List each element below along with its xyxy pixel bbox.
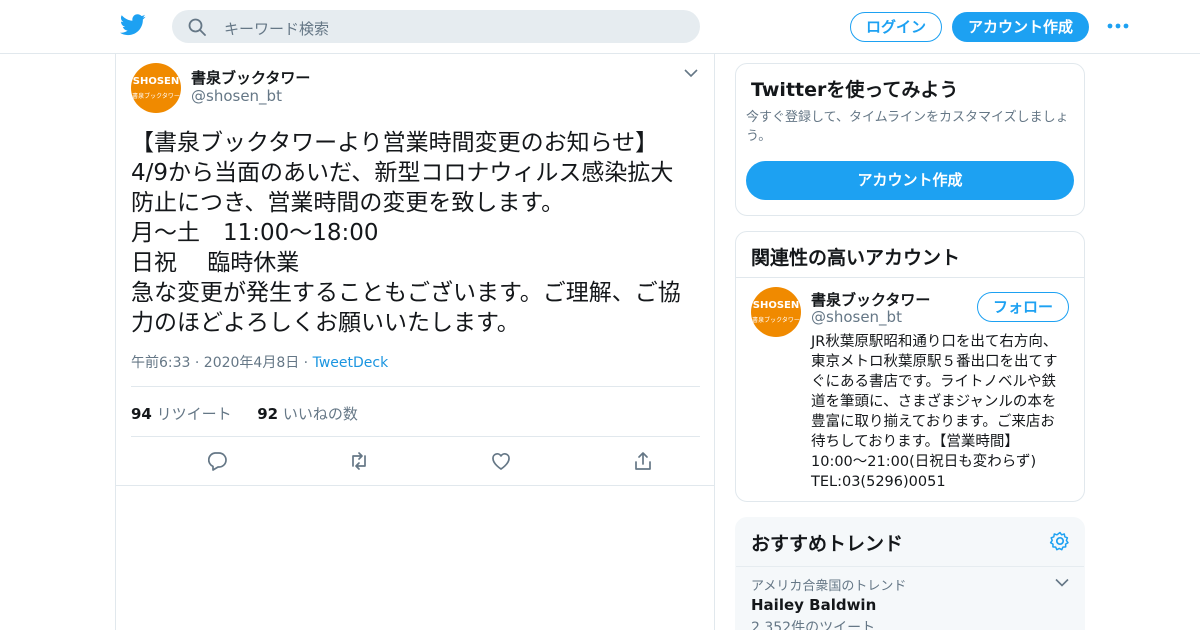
- more-dots-icon[interactable]: [1106, 17, 1130, 35]
- login-button[interactable]: ログイン: [850, 12, 942, 42]
- bio-line: 10:00～21:00(日祝日も変わらず): [811, 454, 1037, 470]
- divider: [131, 436, 700, 437]
- related-account-name[interactable]: 書泉ブックタワー: [811, 289, 930, 310]
- divider: [736, 566, 1084, 567]
- avatar-logo-subtext: 書泉ブックタワー: [132, 93, 180, 100]
- bio-line: 待ちしております。【営業時間】: [811, 434, 1019, 450]
- tweet-text-line: 【書泉ブックタワーより営業時間変更のお知らせ】: [131, 130, 659, 156]
- share-icon[interactable]: [632, 450, 654, 472]
- search-input[interactable]: キーワード検索: [172, 10, 700, 43]
- related-accounts-card: 関連性の高いアカウント SHOSEN 書泉ブックタワー 書泉ブックタワー @sh…: [735, 231, 1085, 502]
- divider: [116, 485, 714, 486]
- retweet-icon[interactable]: [348, 450, 370, 472]
- signup-card-button[interactable]: アカウント作成: [746, 161, 1074, 200]
- bio-line: 道を筆頭に、さまざまジャンルの本を: [811, 394, 1057, 410]
- bio-line: 東京メトロ秋葉原駅５番出口を出てす: [811, 354, 1058, 370]
- author-name[interactable]: 書泉ブックタワー: [191, 67, 310, 88]
- related-account-handle[interactable]: @shosen_bt: [811, 308, 902, 326]
- avatar-logo-subtext: 書泉ブックタワー: [752, 317, 800, 324]
- tweet-timestamp: 午前6:33 · 2020年4月8日 · TweetDeck: [131, 352, 388, 372]
- top-navigation-bar: キーワード検索 ログイン アカウント作成: [0, 0, 1200, 54]
- retweet-count[interactable]: 94: [131, 405, 152, 423]
- card-title: Twitterを使ってみよう: [751, 79, 959, 101]
- tweet-text-line: 月〜土 11:00〜18:00: [131, 220, 379, 246]
- trend-context: アメリカ合衆国のトレンド: [751, 579, 907, 594]
- follow-button[interactable]: フォロー: [977, 292, 1069, 322]
- card-description: 今すぐ登録して、タイムラインをカスタマイズしましょう。: [746, 110, 1069, 144]
- divider: [736, 277, 1084, 278]
- like-label[interactable]: いいねの数: [283, 405, 358, 423]
- avatar-logo-text: SHOSEN: [752, 300, 800, 311]
- search-icon: [188, 18, 206, 36]
- reply-icon[interactable]: [206, 450, 228, 472]
- twitter-bird-icon[interactable]: [120, 14, 146, 36]
- tweet-text-line: 日祝 臨時休業: [131, 250, 300, 276]
- bio-line: ぐにある書店です。ライトノベルや鉄: [811, 374, 1057, 390]
- trend-tweet-count: 2,352件のツイート: [751, 620, 876, 630]
- bio-line: 豊富に取り揃えております。ご来店お: [811, 414, 1055, 430]
- related-account-bio: JR秋葉原駅昭和通り口を出て右方向、 東京メトロ秋葉原駅５番出口を出てす ぐにあ…: [811, 332, 1073, 492]
- chevron-down-icon[interactable]: [684, 68, 698, 78]
- like-icon[interactable]: [490, 450, 512, 472]
- signup-button[interactable]: アカウント作成: [952, 12, 1089, 42]
- signup-prompt-card: Twitterを使ってみよう 今すぐ登録して、タイムラインをカスタマイズしましょ…: [735, 63, 1085, 216]
- tweet-text-line: 4/9から当面のあいだ、新型コロナウィルス感染拡大: [131, 160, 674, 186]
- search-placeholder: キーワード検索: [224, 20, 330, 38]
- trend-name[interactable]: Hailey Baldwin: [751, 596, 876, 614]
- retweet-label[interactable]: リツイート: [157, 405, 232, 423]
- card-title: おすすめトレンド: [751, 533, 904, 555]
- divider: [131, 386, 700, 387]
- avatar[interactable]: SHOSEN 書泉ブックタワー: [131, 63, 181, 113]
- like-count[interactable]: 92: [257, 405, 278, 423]
- tweet-text-line: 力のほどよろしくお願いいたします。: [131, 310, 520, 336]
- tweet-text: 【書泉ブックタワーより営業時間変更のお知らせ】 4/9から当面のあいだ、新型コロ…: [131, 128, 706, 338]
- tweet-source-link[interactable]: TweetDeck: [313, 355, 389, 371]
- chevron-down-icon[interactable]: [1055, 578, 1069, 587]
- trends-card: おすすめトレンド アメリカ合衆国のトレンド Hailey Baldwin 2,3…: [735, 517, 1085, 630]
- tweet-stats: 94 リツイート 92 いいねの数: [131, 403, 358, 424]
- timestamp-text[interactable]: 午前6:33 · 2020年4月8日 ·: [131, 355, 308, 371]
- card-title: 関連性の高いアカウント: [751, 247, 961, 269]
- tweet-text-line: 急な変更が発生することもございます。ご理解、ご協: [131, 280, 681, 306]
- avatar[interactable]: SHOSEN 書泉ブックタワー: [751, 287, 801, 337]
- bio-line: JR秋葉原駅昭和通り口を出て右方向、: [811, 334, 1058, 350]
- bio-line: TEL:03(5296)0051: [811, 474, 946, 490]
- author-handle[interactable]: @shosen_bt: [191, 87, 282, 105]
- gear-icon[interactable]: [1049, 530, 1071, 552]
- avatar-logo-text: SHOSEN: [132, 76, 180, 87]
- tweet-detail: SHOSEN 書泉ブックタワー 書泉ブックタワー @shosen_bt 【書泉ブ…: [115, 54, 715, 630]
- tweet-actions: [131, 450, 700, 472]
- tweet-text-line: 防止につき、営業時間の変更を致します。: [131, 190, 565, 216]
